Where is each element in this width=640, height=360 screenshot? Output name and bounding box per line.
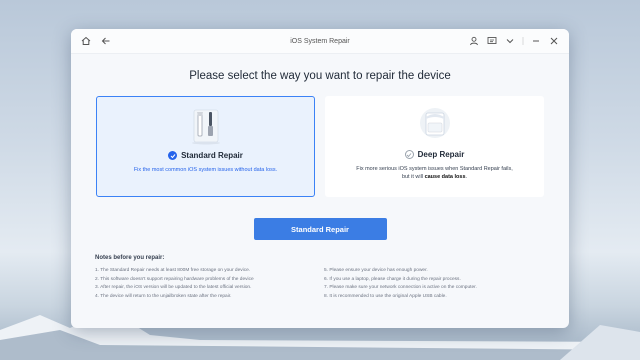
close-icon[interactable] bbox=[547, 34, 561, 48]
notes-left-column: 1. The Standard Repair needs at least 80… bbox=[95, 267, 324, 301]
standard-repair-card[interactable]: Standard Repair Fix the most common iOS … bbox=[96, 96, 315, 197]
notes-right-column: 5. Please ensure your device has enough … bbox=[324, 267, 553, 301]
note-item: 6. If you use a laptop, please charge it… bbox=[324, 276, 461, 282]
divider bbox=[521, 34, 525, 48]
unchecked-icon bbox=[404, 150, 414, 159]
note-item: 7. Please make sure your network connect… bbox=[324, 285, 477, 291]
checked-icon bbox=[168, 151, 178, 160]
minimize-icon[interactable] bbox=[529, 34, 543, 48]
repair-mode-options: Standard Repair Fix the most common iOS … bbox=[71, 96, 569, 197]
note-item: 4. The device will return to the unjailb… bbox=[95, 293, 232, 299]
account-icon[interactable] bbox=[467, 34, 481, 48]
standard-repair-description: Fix the most common iOS system issues wi… bbox=[133, 167, 278, 173]
notes-title: Notes before you repair: bbox=[95, 255, 165, 261]
deep-repair-card[interactable]: Deep Repair Fix more serious iOS system … bbox=[325, 96, 544, 197]
repair-tools-icon bbox=[97, 105, 314, 147]
deep-repair-title: Deep Repair bbox=[325, 150, 544, 159]
feedback-icon[interactable] bbox=[485, 34, 499, 48]
note-item: 2. This software doesn't support repairi… bbox=[95, 276, 254, 282]
back-arrow-icon[interactable] bbox=[99, 34, 113, 48]
deep-repair-desc-end: . bbox=[465, 174, 468, 180]
data-loss-warning: cause data loss bbox=[424, 174, 466, 180]
note-item: 8. It is recommended to use the original… bbox=[324, 293, 447, 299]
deep-repair-label: Deep Repair bbox=[417, 150, 465, 159]
page-heading: Please select the way you want to repair… bbox=[189, 70, 451, 82]
standard-repair-title: Standard Repair bbox=[97, 151, 314, 160]
menu-chevron-icon[interactable] bbox=[503, 34, 517, 48]
deep-repair-device-icon bbox=[325, 104, 544, 146]
note-item: 5. Please ensure your device has enough … bbox=[324, 268, 428, 273]
deep-repair-description: Fix more serious iOS system issues when … bbox=[355, 165, 515, 181]
note-item: 1. The Standard Repair needs at least 80… bbox=[95, 268, 251, 273]
app-window: iOS System Repair Please select the way … bbox=[71, 29, 569, 328]
notes-section: Notes before you repair: 1. The Standard… bbox=[95, 255, 569, 301]
note-item: 3. After repair, the iOS version will be… bbox=[95, 285, 252, 291]
home-icon[interactable] bbox=[79, 34, 93, 48]
standard-repair-button[interactable]: Standard Repair bbox=[253, 218, 387, 240]
standard-repair-label: Standard Repair bbox=[181, 151, 243, 160]
title-bar: iOS System Repair bbox=[71, 29, 569, 54]
